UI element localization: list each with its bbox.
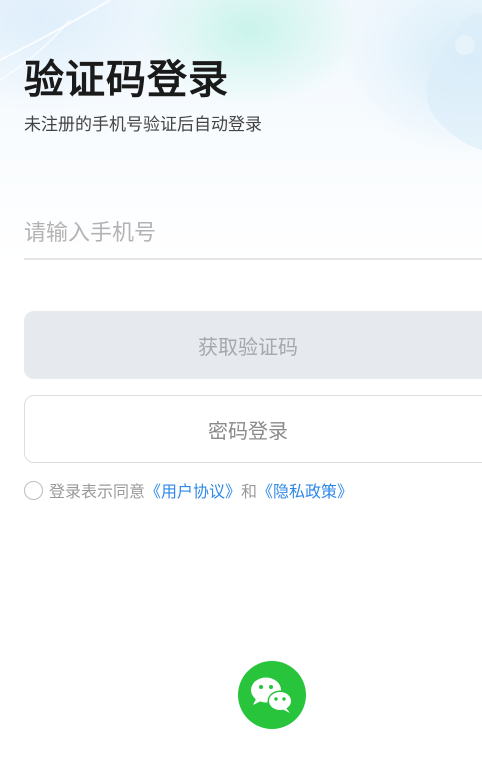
password-login-button[interactable]: 密码登录 [24, 395, 482, 463]
privacy-policy-link[interactable]: 《隐私政策》 [257, 478, 353, 502]
page-title: 验证码登录 [24, 57, 229, 103]
phone-number-input[interactable] [24, 208, 482, 260]
user-agreement-link[interactable]: 《用户协议》 [145, 478, 241, 502]
agreement-checkbox[interactable] [24, 480, 43, 500]
wechat-login-button[interactable] [238, 661, 306, 729]
agreement-row: 登录表示同意 《用户协议》 和 《隐私政策》 [24, 478, 353, 502]
get-code-button[interactable]: 获取验证码 [24, 311, 482, 379]
page-subtitle: 未注册的手机号验证后自动登录 [24, 115, 262, 135]
get-code-button-label: 获取验证码 [198, 334, 298, 359]
wechat-icon [251, 677, 293, 713]
agreement-conjunction: 和 [241, 482, 258, 501]
password-login-button-label: 密码登录 [208, 418, 288, 443]
agreement-prefix: 登录表示同意 [49, 482, 146, 501]
login-page: 验证码登录 未注册的手机号验证后自动登录 获取验证码 密码登录 登录表示同意 《… [0, 0, 482, 761]
